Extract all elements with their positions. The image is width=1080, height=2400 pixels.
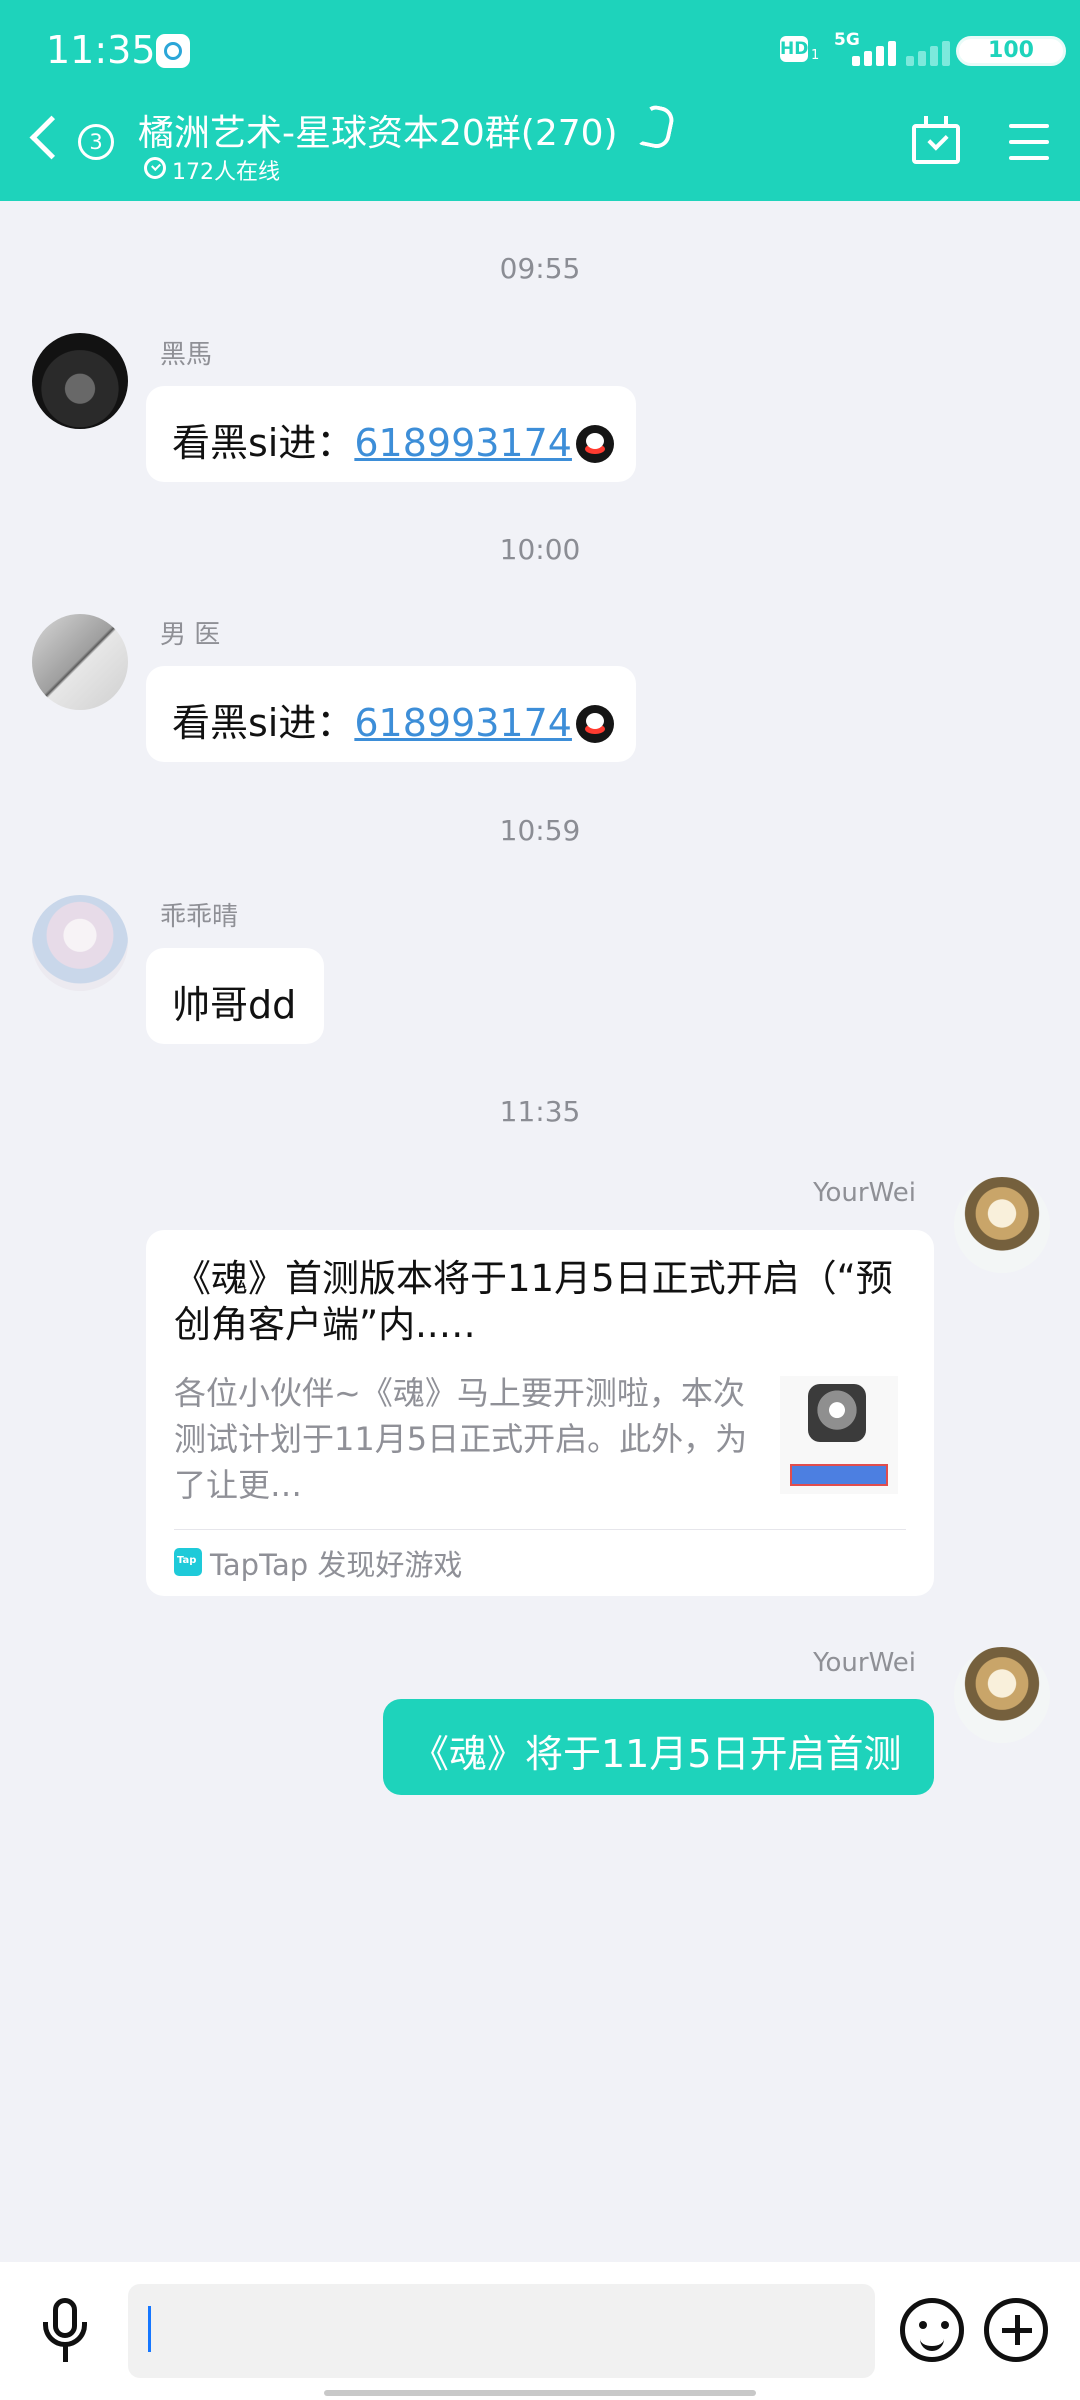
message-text: 帅哥dd	[172, 983, 297, 1027]
chat-header: 11:35 HD 1 5G 100 3 橘洲艺术-星球资本20群(270) 17…	[0, 0, 1080, 201]
qq-number-link[interactable]: 618993174	[354, 701, 572, 745]
hd-icon: HD	[780, 36, 808, 62]
message-text: 《魂》将于11月5日开启首测	[411, 1732, 902, 1776]
group-title[interactable]: 橘洲艺术-星球资本20群(270)	[138, 104, 618, 156]
menu-icon[interactable]	[1009, 124, 1049, 160]
back-icon[interactable]	[29, 115, 74, 160]
time-separator: 11:35	[499, 1095, 581, 1128]
back-unread-badge[interactable]: 3	[78, 124, 114, 160]
plus-icon[interactable]	[984, 2298, 1048, 2362]
microphone-stem	[63, 2346, 68, 2362]
taptap-icon	[174, 1548, 202, 1576]
sender-name: 乖乖晴	[160, 902, 239, 932]
online-count: 172人在线	[172, 160, 280, 185]
message-prefix: 看黑si进：	[172, 701, 355, 745]
text-cursor	[148, 2306, 151, 2352]
card-summary: 各位小伙伴~《魂》马上要开测啦，本次测试计划于11月5日正式开启。此外，为了让更…	[174, 1374, 748, 1504]
status-time: 11:35	[46, 28, 156, 72]
avatar[interactable]	[32, 895, 128, 991]
home-indicator[interactable]	[324, 2390, 756, 2396]
card-divider	[174, 1529, 906, 1530]
battery-level: 100	[956, 36, 1066, 66]
message-prefix: 看黑si进：	[172, 421, 355, 465]
avatar[interactable]	[32, 333, 128, 429]
calendar-check-icon[interactable]	[912, 116, 960, 164]
online-check-icon	[144, 157, 166, 179]
sender-name: 男 医	[160, 620, 221, 650]
sender-name: YourWei	[813, 1648, 916, 1678]
status-app-icon	[156, 34, 190, 68]
message-text: 看黑si进：618993174	[172, 692, 614, 747]
hd-subscript: 1	[811, 48, 820, 63]
emoji-icon[interactable]	[900, 2298, 964, 2362]
card-source[interactable]: TapTap 发现好游戏	[210, 1542, 462, 1584]
qq-penguin-icon	[575, 705, 614, 743]
qq-number-link[interactable]: 618993174	[354, 421, 572, 465]
outgoing-message-bubble[interactable]: 《魂》将于11月5日开启首测	[383, 1699, 934, 1795]
link-preview-card[interactable]: 《魂》首测版本将于11月5日正式开启（“预创角客户端”内..… 各位小伙伴~《魂…	[146, 1230, 934, 1596]
message-bubble[interactable]: 帅哥dd	[146, 948, 324, 1044]
message-bubble[interactable]: 看黑si进：618993174	[146, 386, 636, 482]
qq-sticker-icon	[575, 425, 614, 463]
time-separator: 10:00	[499, 533, 581, 566]
time-separator: 10:59	[499, 814, 581, 847]
message-bubble[interactable]: 看黑si进：618993174	[146, 666, 636, 762]
message-input[interactable]	[128, 2284, 875, 2378]
message-text: 看黑si进：618993174	[172, 412, 614, 467]
ear-icon[interactable]	[637, 103, 677, 151]
sender-name: 黑馬	[160, 340, 213, 370]
avatar[interactable]	[954, 1647, 1050, 1743]
card-thumbnail[interactable]	[780, 1376, 898, 1494]
sender-name: YourWei	[813, 1178, 916, 1208]
time-separator: 09:55	[499, 252, 581, 285]
card-title[interactable]: 《魂》首测版本将于11月5日正式开启（“预创角客户端”内..…	[174, 1256, 894, 1348]
chat-input-bar	[0, 2262, 1080, 2400]
avatar[interactable]	[954, 1177, 1050, 1273]
avatar[interactable]	[32, 614, 128, 710]
